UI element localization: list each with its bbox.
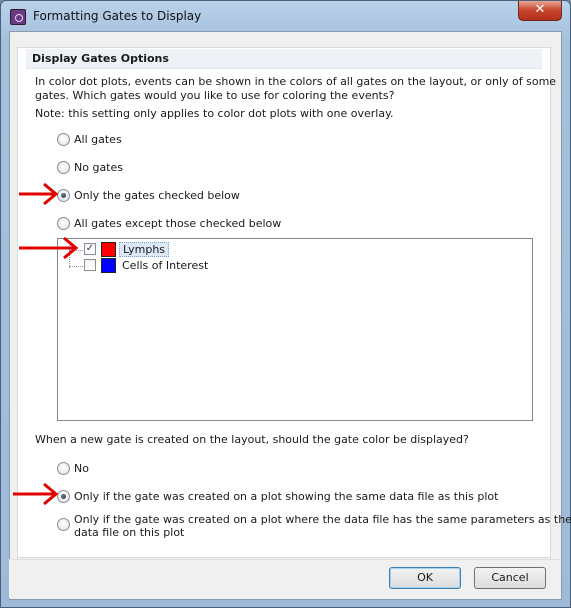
description-line-1: In color dot plots, events can be shown … [35, 75, 557, 88]
cells-of-interest-color-swatch [101, 258, 116, 273]
annotation-arrow-icon [19, 236, 79, 260]
gate-tree-list[interactable]: ✓ Lymphs Cells of Interest [57, 238, 533, 421]
radio-new-gate-same-parameters-label-1[interactable]: Only if the gate was created on a plot w… [74, 513, 571, 526]
title-bar[interactable]: Formatting Gates to Display ✕ [1, 1, 570, 31]
lymphs-checkbox[interactable]: ✓ [84, 243, 96, 255]
description-line-2: gates. Which gates would you like to use… [35, 89, 395, 102]
new-gate-question: When a new gate is created on the layout… [35, 433, 469, 446]
ok-button[interactable]: OK [389, 567, 461, 589]
cancel-button[interactable]: Cancel [474, 567, 546, 589]
cells-of-interest-label[interactable]: Cells of Interest [122, 259, 208, 272]
tree-connector [69, 266, 83, 267]
radio-all-except-checked[interactable] [57, 217, 70, 230]
close-button[interactable]: ✕ [518, 1, 562, 21]
radio-new-gate-no[interactable] [57, 462, 70, 475]
note-text: Note: this setting only applies to color… [35, 107, 394, 120]
radio-new-gate-no-label[interactable]: No [74, 462, 89, 475]
cells-of-interest-checkbox[interactable] [84, 259, 96, 271]
radio-no-gates-label[interactable]: No gates [74, 161, 123, 174]
radio-all-gates-label[interactable]: All gates [74, 133, 122, 146]
group-header: Display Gates Options [26, 49, 542, 69]
lymphs-color-swatch [101, 242, 116, 257]
app-icon [10, 9, 26, 25]
radio-new-gate-same-parameters[interactable] [57, 518, 70, 531]
radio-all-except-checked-label[interactable]: All gates except those checked below [74, 217, 281, 230]
radio-new-gate-same-file-label[interactable]: Only if the gate was created on a plot s… [74, 490, 498, 503]
radio-all-gates[interactable] [57, 133, 70, 146]
radio-no-gates[interactable] [57, 161, 70, 174]
lymphs-label[interactable]: Lymphs [119, 242, 170, 257]
radio-new-gate-same-parameters-label-2[interactable]: data file on this plot [74, 526, 184, 539]
annotation-arrow-icon [19, 182, 59, 206]
radio-only-checked-gates-label[interactable]: Only the gates checked below [74, 189, 240, 202]
window-title: Formatting Gates to Display [33, 9, 202, 23]
annotation-arrow-icon [13, 482, 59, 506]
